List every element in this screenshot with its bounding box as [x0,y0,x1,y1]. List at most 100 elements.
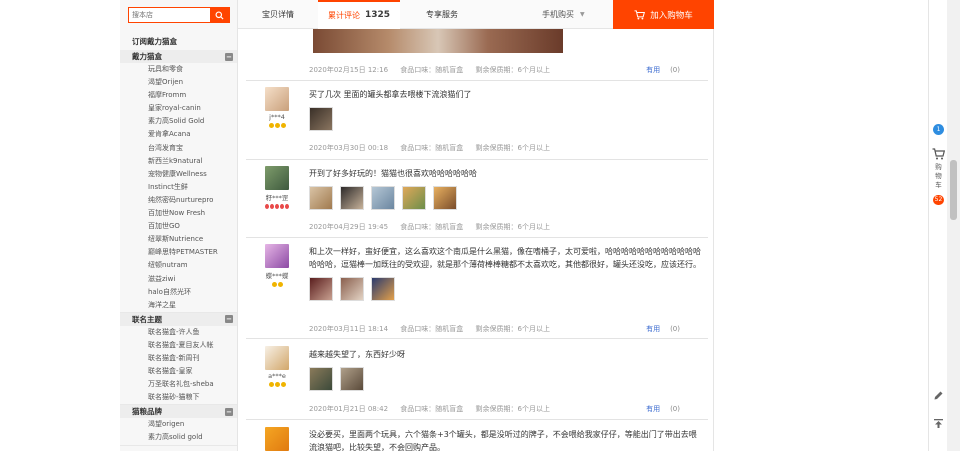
cart-count-badge: 52 [933,195,944,205]
review-photo[interactable] [340,277,364,301]
useful-button[interactable]: 有用 (0) [646,65,690,75]
review-photo[interactable] [309,107,333,131]
category-item[interactable]: halo自然光环 [120,286,237,299]
category-item[interactable]: 新西兰k9natural [120,155,237,168]
collapse-icon[interactable]: − [225,407,233,416]
review-photo[interactable] [402,186,426,210]
category-item[interactable]: 玩具和零食 [120,63,237,76]
reviewer-info: a***e [265,346,289,387]
category-item[interactable]: 百加世Now Fresh [120,207,237,220]
review-photo-large[interactable] [313,29,563,53]
review-taste: 食品口味：随机盲盒 [400,325,464,333]
category-item[interactable]: 皇家royal-canin [120,102,237,115]
review-photo[interactable] [309,367,333,391]
product-tab-bar: 宝贝详情 累计评论 1325 专享服务 手机购买 ▼ 加入购物车 [238,0,714,29]
category-item[interactable]: 素力高Solid Gold [120,115,237,128]
useful-count: (0) [670,66,680,74]
category-item[interactable]: 爱肯拿Acana [120,128,237,141]
category-item[interactable]: 纽顿nutram [120,259,237,272]
category-item[interactable]: 百加世GO [120,220,237,233]
category-item[interactable]: 滋益ziwi [120,273,237,286]
review-content: 和上次一样好，蛮好便宜，这么喜欢这个南瓜是什么黑猫，像在嗜桶子，太可爱啦，哈哈哈… [309,245,704,301]
reviewer-level [265,282,289,287]
review-meta: 2020年04月29日 19:45 食品口味：随机盲盒 剩余保质期：6个月以上 [309,222,700,232]
add-to-cart-label: 加入购物车 [650,10,693,21]
category-item[interactable]: 海洋之星 [120,299,237,312]
category-item[interactable]: 万圣联名礼包-sheba [120,378,237,391]
category-item[interactable]: 巅峰思特PETMASTER [120,246,237,259]
review-taste: 食品口味：随机盲盒 [400,66,464,74]
review-photo[interactable] [433,186,457,210]
category-group-label: 戴力猫盒 [132,52,162,61]
category-item[interactable]: 宠物健康Wellness [120,168,237,181]
reviewer-nick: 蝶***蝶 [265,272,289,280]
review-text: 开到了好多好玩的！猫猫也很喜欢哈哈哈哈哈哈 [309,169,477,178]
reviewer-info: 籽***罡 [265,166,289,209]
reviewer-nick: 籽***罡 [265,194,289,202]
cart-label[interactable]: 购物车 [934,163,943,190]
review-photo[interactable] [309,186,333,210]
edit-icon[interactable] [933,390,944,401]
category-item[interactable]: 联名猫盒-皇家 [120,365,237,378]
category-group-header[interactable]: 戴力猫盒 − [120,50,237,63]
review-shelf-life: 剩余保质期：6个月以上 [475,144,550,152]
mobile-buy-dropdown[interactable]: 手机购买 ▼ [542,0,585,29]
back-to-top-icon[interactable] [933,418,944,429]
review-content: 越来越失望了，东西好少呀 [309,348,704,391]
review-photo[interactable] [371,186,395,210]
category-item[interactable]: 纯然密码nurturepro [120,194,237,207]
category-item[interactable]: 联名猫盒-夏目友人帐 [120,339,237,352]
add-to-cart-button[interactable]: 加入购物车 [613,0,714,29]
useful-count: (0) [670,325,680,333]
shop-search-input[interactable] [129,8,210,22]
category-item[interactable]: 渴望Orijen [120,76,237,89]
review-item: 蝶***蝶 和上次一样好，蛮好便宜，这么喜欢这个南瓜是什么黑猫，像在嗜桶子，太可… [238,238,713,339]
shop-search-button[interactable] [210,8,229,22]
review-item: 籽***罡 开到了好多好玩的！猫猫也很喜欢哈哈哈哈哈哈 2020年04月29日 … [238,160,713,238]
category-item[interactable]: Instinct生鲜 [120,181,237,194]
review-shelf-life: 剩余保质期：6个月以上 [475,405,550,413]
category-item[interactable]: 纽翠斯Nutrience [120,233,237,246]
review-photo[interactable] [371,277,395,301]
notification-badge[interactable]: 1 [933,124,944,135]
category-item[interactable]: 素力高solid gold [120,431,237,444]
category-group-header[interactable]: 联名主题 − [120,312,237,326]
review-date: 2020年04月29日 19:45 [309,223,389,231]
review-photo[interactable] [309,277,333,301]
review-photos [309,107,704,131]
review-photo[interactable] [340,186,364,210]
review-taste: 食品口味：随机盲盒 [400,144,464,152]
shop-search [128,7,230,23]
category-item[interactable]: 渴望origen [120,418,237,431]
mobile-buy-label: 手机购买 [542,10,574,19]
tab-label: 宝贝详情 [262,9,294,19]
review-photos [309,367,704,391]
tab-reviews[interactable]: 累计评论 1325 [318,0,400,29]
review-photos [309,186,704,210]
collapse-icon[interactable]: − [225,52,233,61]
review-photo[interactable] [340,367,364,391]
cart-icon[interactable] [932,148,945,160]
collapse-icon[interactable]: − [225,315,233,324]
category-group-label: 联名主题 [132,314,162,324]
cart-icon [634,9,646,20]
review-meta: 2020年03月11日 18:14 食品口味：随机盲盒 剩余保质期：6个月以上 … [309,324,700,334]
avatar [265,346,289,370]
useful-label: 有用 [646,66,661,74]
reviewer-info [265,427,289,451]
category-group-header[interactable]: 猫粮品牌 − [120,405,237,419]
useful-button[interactable]: 有用 (0) [646,324,690,334]
avatar [265,166,289,190]
category-item[interactable]: 联名猫盒-许人鱼 [120,326,237,339]
tab-detail[interactable]: 宝贝详情 [238,0,318,29]
page-scrollbar[interactable] [947,0,960,451]
sidebar-title[interactable]: 订阅戴力猫盒 [132,36,177,47]
tab-service[interactable]: 专享服务 [400,0,484,29]
category-item[interactable]: 联名猫盒-新周刊 [120,352,237,365]
category-item[interactable]: 台湾发育宝 [120,142,237,155]
category-item[interactable]: 联名猫砂-猫粮下 [120,391,237,404]
useful-button[interactable]: 有用 (0) [646,404,690,414]
product-review-page: 订阅戴力猫盒 戴力猫盒 − 玩具和零食 渴望Orijen 福摩Fromm 皇家r… [0,0,960,451]
scrollbar-thumb[interactable] [950,160,957,220]
category-item[interactable]: 福摩Fromm [120,89,237,102]
